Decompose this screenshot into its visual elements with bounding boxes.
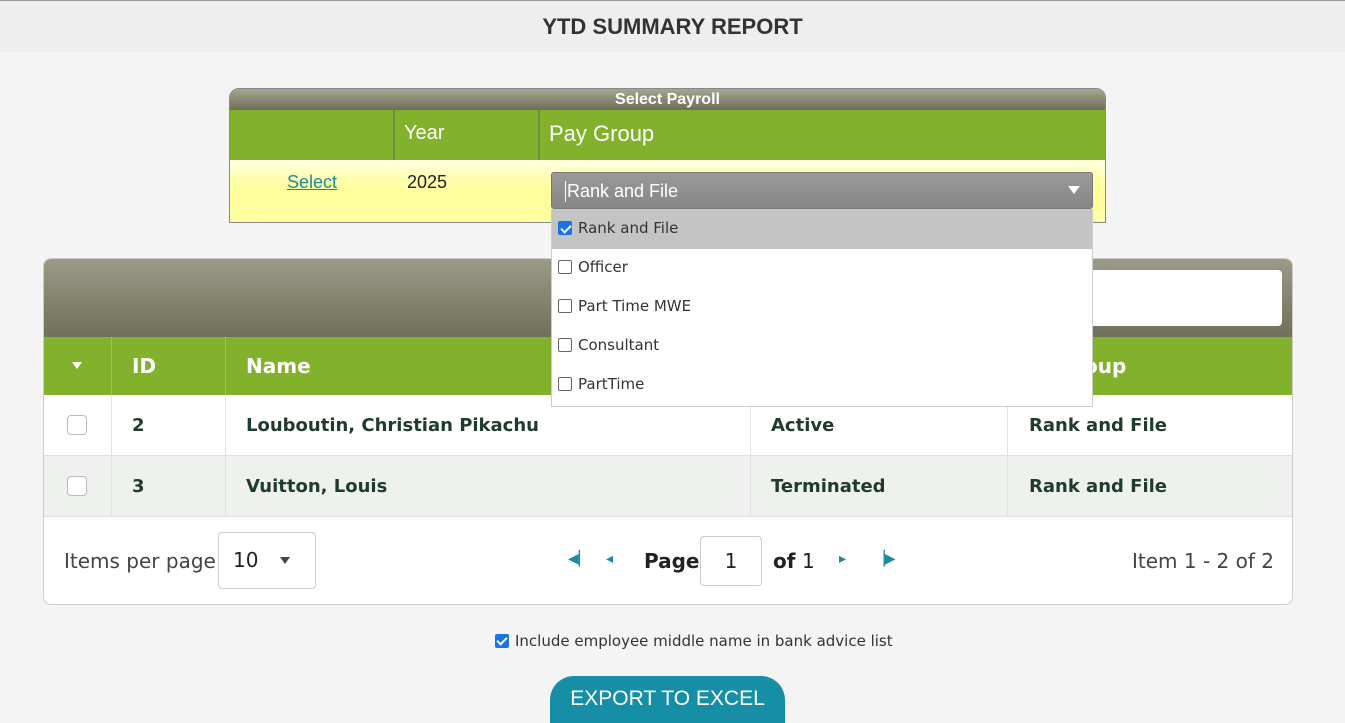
pager-info: Item 1 - 2 of 2 (1132, 549, 1274, 573)
year-value: 2025 (407, 172, 448, 192)
payroll-header: Year Pay Group (230, 110, 1105, 160)
next-page-icon[interactable]: ▸ (839, 551, 846, 567)
column-divider (393, 110, 395, 160)
page-title: YTD SUMMARY REPORT (542, 14, 803, 39)
pay-group-value: Rank and File (565, 181, 679, 202)
id-column-header[interactable]: ID (112, 337, 226, 395)
items-per-page-label: Items per page (64, 549, 216, 573)
row-checkbox[interactable] (67, 476, 87, 496)
option-label: Officer (578, 258, 628, 276)
middle-name-option[interactable]: Include employee middle name in bank adv… (495, 632, 893, 650)
name-cell: Vuitton, Louis (226, 456, 751, 517)
pager: Items per page 10 ◀▏ ◂ Page 1 of 1 ▸ ▕▶ … (44, 517, 1292, 604)
chevron-down-icon (280, 557, 290, 564)
dropdown-option[interactable]: Consultant (552, 327, 1092, 366)
last-page-icon[interactable]: ▕▶ (874, 551, 896, 567)
pay-group-header: Pay Group (549, 121, 655, 146)
middle-name-checkbox[interactable] (495, 634, 509, 648)
group-cell: Rank and File (1029, 476, 1168, 497)
row-select-cell (44, 456, 112, 517)
total-pages: 1 (802, 549, 815, 573)
id-cell: 2 (112, 395, 226, 456)
search-input[interactable] (1074, 270, 1282, 326)
page-input[interactable]: 1 (700, 536, 762, 586)
items-per-page-select[interactable]: 10 (218, 532, 316, 589)
year-header: Year (404, 122, 445, 144)
id-cell: 3 (112, 456, 226, 517)
caret-down-icon[interactable] (72, 362, 82, 369)
option-checkbox[interactable] (558, 299, 572, 313)
select-all-column[interactable] (44, 337, 112, 395)
pay-group-dropdown-list: Rank and File Officer Part Time MWE Cons… (551, 209, 1093, 407)
select-link[interactable]: Select (287, 172, 337, 193)
dropdown-option[interactable]: PartTime (552, 366, 1092, 405)
dropdown-option[interactable]: Rank and File (552, 210, 1092, 249)
group-column-header[interactable]: oup (1084, 337, 1284, 395)
option-label: Part Time MWE (578, 297, 692, 315)
status-cell: Terminated (751, 456, 1008, 517)
export-to-excel-button[interactable]: EXPORT TO EXCEL (550, 676, 785, 723)
option-checkbox[interactable] (558, 338, 572, 352)
option-checkbox[interactable] (558, 221, 572, 235)
row-checkbox[interactable] (67, 415, 87, 435)
column-divider (538, 110, 540, 160)
dropdown-option[interactable]: Part Time MWE (552, 288, 1092, 327)
previous-page-icon[interactable]: ◂ (606, 551, 613, 567)
pay-group-select[interactable]: Rank and File (551, 172, 1093, 209)
top-bar: YTD SUMMARY REPORT (0, 0, 1345, 52)
dropdown-option[interactable]: Officer (552, 249, 1092, 288)
panel-caption: Select Payroll (230, 89, 1105, 110)
option-label: Rank and File (578, 219, 679, 237)
option-checkbox[interactable] (558, 377, 572, 391)
middle-name-label: Include employee middle name in bank adv… (515, 632, 893, 650)
chevron-down-icon[interactable] (1068, 186, 1080, 194)
of-label: of (773, 549, 796, 573)
option-label: Consultant (578, 336, 660, 354)
page-label: Page (644, 549, 700, 573)
option-checkbox[interactable] (558, 260, 572, 274)
table-row[interactable]: 3 Vuitton, Louis Terminated Rank and Fil… (44, 456, 1292, 517)
option-label: PartTime (578, 375, 645, 393)
first-page-icon[interactable]: ◀▏ (568, 551, 590, 567)
row-select-cell (44, 395, 112, 456)
items-per-page-value: 10 (233, 548, 259, 572)
